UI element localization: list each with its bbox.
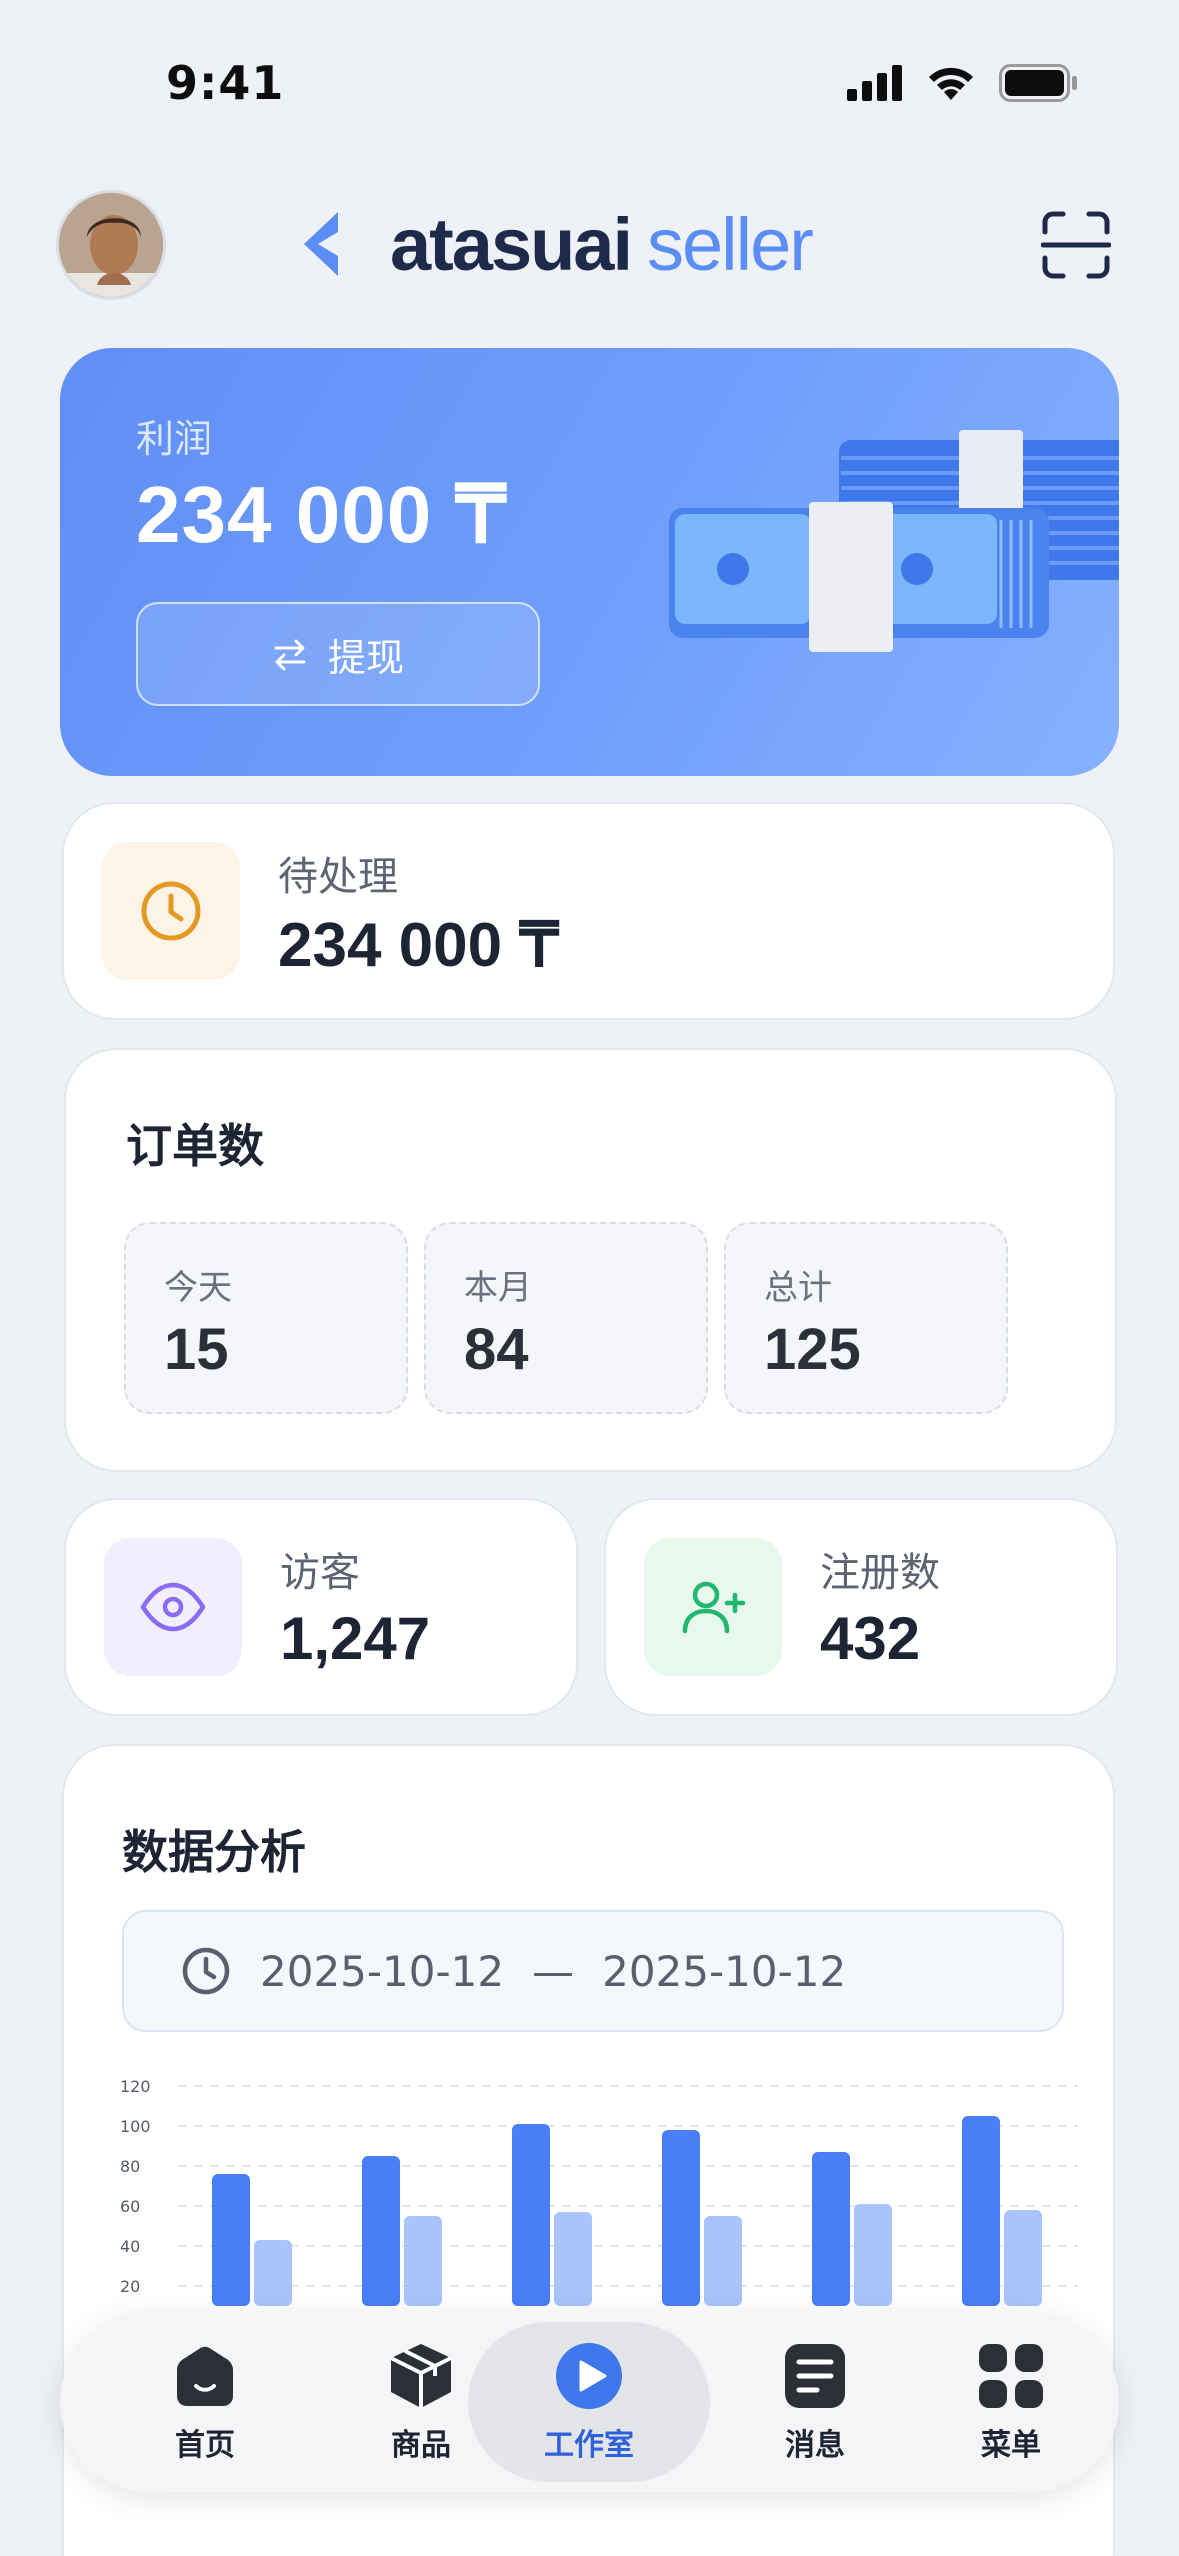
scan-button[interactable] bbox=[1040, 210, 1112, 280]
withdraw-button[interactable]: 提现 bbox=[136, 602, 540, 706]
clock-icon bbox=[182, 1947, 230, 1995]
play-icon bbox=[556, 2343, 622, 2409]
visitors-icon-tile bbox=[104, 1538, 242, 1676]
date-to: 2025-10-12 bbox=[602, 1946, 847, 1996]
logo-mark-icon bbox=[304, 212, 338, 276]
signups-label: 注册数 bbox=[820, 1550, 940, 1596]
logo-text: atasuai seller bbox=[390, 202, 814, 287]
pending-label: 待处理 bbox=[278, 854, 398, 900]
status-bar: 9:41 bbox=[0, 0, 1179, 150]
nav-label: 商品 bbox=[391, 2428, 451, 2463]
analytics-title: 数据分析 bbox=[122, 1825, 306, 1879]
grid-icon bbox=[979, 2344, 1043, 2408]
nav-label: 菜单 bbox=[981, 2428, 1041, 2463]
stat-label: 总计 bbox=[764, 1268, 832, 1308]
user-plus-icon bbox=[682, 1581, 746, 1634]
scan-icon bbox=[1040, 211, 1112, 279]
stat-value: 84 bbox=[464, 1317, 529, 1382]
chart-bar-series-1[interactable] bbox=[512, 2124, 550, 2306]
pending-icon-tile bbox=[102, 842, 240, 980]
chart-y-tick-label: 40 bbox=[120, 2237, 140, 2256]
date-from: 2025-10-12 bbox=[260, 1946, 505, 1996]
nav-item-studio[interactable]: 工作室 bbox=[468, 2322, 710, 2482]
visitors-label: 访客 bbox=[280, 1550, 360, 1596]
profit-card: 利润 234 000 ₸ 提现 bbox=[60, 348, 1119, 776]
chart-bar-series-1[interactable] bbox=[212, 2174, 250, 2306]
nav-label: 消息 bbox=[785, 2428, 845, 2463]
chart-bar-series-2[interactable] bbox=[854, 2204, 892, 2306]
chart-bar-series-1[interactable] bbox=[662, 2130, 700, 2306]
message-icon bbox=[785, 2344, 845, 2408]
orders-title: 订单数 bbox=[126, 1119, 264, 1173]
chart-bar-series-1[interactable] bbox=[962, 2116, 1000, 2306]
box-icon bbox=[390, 2344, 452, 2408]
signups-card[interactable]: 注册数 432 bbox=[604, 1498, 1118, 1716]
status-icons bbox=[847, 64, 1079, 102]
stat-label: 本月 bbox=[464, 1268, 532, 1308]
pending-card[interactable]: 待处理 234 000 ₸ bbox=[62, 802, 1115, 1020]
chart-y-tick-label: 120 bbox=[120, 2077, 151, 2096]
money-stack-illustration bbox=[669, 430, 1119, 652]
wifi-icon bbox=[929, 67, 973, 100]
chart-bar-series-2[interactable] bbox=[404, 2216, 442, 2306]
orders-card: 订单数 今天 15 本月 84 总计 125 bbox=[64, 1048, 1117, 1472]
signups-icon-tile bbox=[644, 1538, 782, 1676]
nav-label: 工作室 bbox=[544, 2428, 634, 2463]
avatar[interactable] bbox=[56, 190, 166, 300]
nav-item-home[interactable]: 首页 bbox=[120, 2312, 290, 2492]
withdraw-label: 提现 bbox=[327, 635, 404, 680]
bottom-navigation: 首页 商品 工作室 消息 菜单 bbox=[60, 2312, 1119, 2492]
profit-label: 利润 bbox=[136, 417, 213, 461]
stat-total[interactable]: 总计 125 bbox=[724, 1222, 1008, 1414]
chart-y-tick-label: 20 bbox=[120, 2277, 140, 2296]
chart-bar-series-2[interactable] bbox=[1004, 2210, 1042, 2306]
chart-y-tick-label: 80 bbox=[120, 2157, 140, 2176]
nav-item-messages[interactable]: 消息 bbox=[730, 2312, 900, 2492]
pending-value: 234 000 ₸ bbox=[278, 911, 559, 980]
stat-value: 125 bbox=[764, 1317, 861, 1382]
nav-item-menu[interactable]: 菜单 bbox=[926, 2312, 1096, 2492]
transfer-icon bbox=[274, 639, 306, 671]
visitors-card[interactable]: 访客 1,247 bbox=[64, 1498, 578, 1716]
stat-value: 15 bbox=[164, 1317, 229, 1382]
chart-bar-series-1[interactable] bbox=[812, 2152, 850, 2306]
avatar-photo bbox=[59, 193, 163, 297]
stat-label: 今天 bbox=[164, 1268, 232, 1308]
chart-bar-series-1[interactable] bbox=[362, 2156, 400, 2306]
brand-logo: atasuai seller bbox=[300, 196, 814, 292]
chart-y-tick-label: 100 bbox=[120, 2117, 151, 2136]
stat-month[interactable]: 本月 84 bbox=[424, 1222, 708, 1414]
chart-bar-series-2[interactable] bbox=[704, 2216, 742, 2306]
logo-brand: atasuai bbox=[390, 202, 633, 286]
eye-icon bbox=[140, 1582, 206, 1632]
chart-y-tick-label: 60 bbox=[120, 2197, 140, 2216]
status-time: 9:41 bbox=[166, 56, 285, 110]
clock-icon bbox=[141, 881, 201, 941]
analytics-bar-chart: 120 100 80 60 40 20 bbox=[120, 2077, 1078, 2306]
nav-label: 首页 bbox=[175, 2428, 235, 2463]
signal-icon bbox=[847, 65, 902, 101]
date-separator: — bbox=[532, 1946, 575, 1996]
logo-suffix: seller bbox=[647, 202, 814, 286]
profit-value: 234 000 ₸ bbox=[136, 470, 508, 559]
signups-value: 432 bbox=[820, 1605, 921, 1672]
visitors-value: 1,247 bbox=[280, 1605, 431, 1672]
date-range-picker[interactable]: 2025-10-12 — 2025-10-12 bbox=[122, 1910, 1064, 2032]
stat-today[interactable]: 今天 15 bbox=[124, 1222, 408, 1414]
chart-bar-series-2[interactable] bbox=[554, 2212, 592, 2306]
battery-icon bbox=[999, 64, 1077, 102]
chart-bar-series-2[interactable] bbox=[254, 2240, 292, 2306]
home-icon bbox=[177, 2346, 233, 2406]
